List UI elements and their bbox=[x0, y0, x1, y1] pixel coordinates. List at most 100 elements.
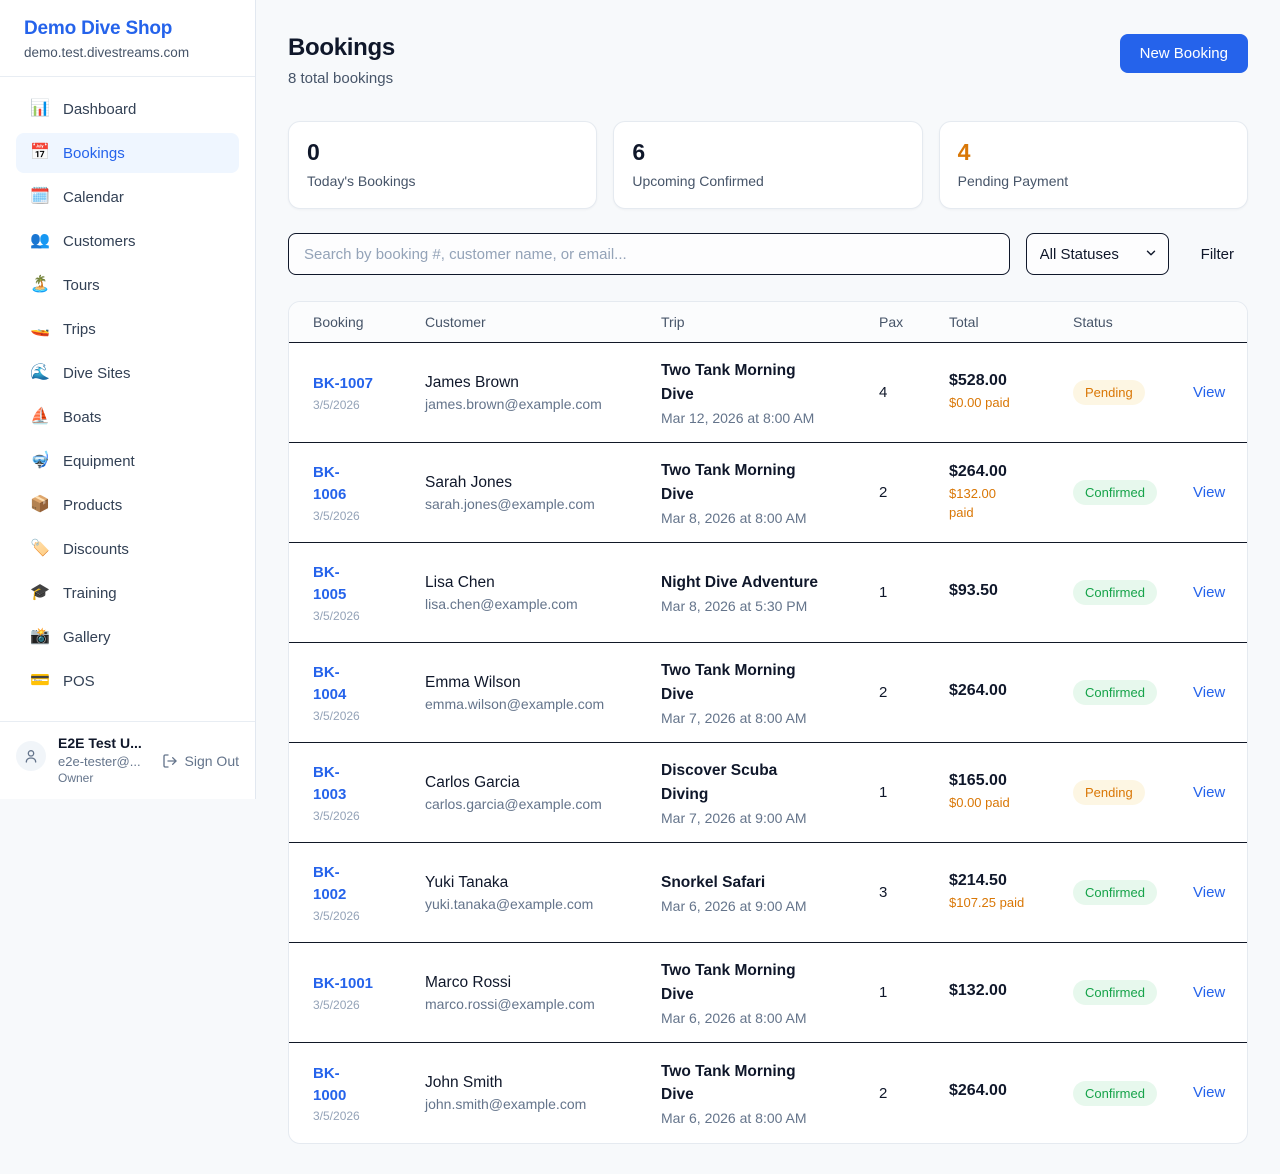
status-select[interactable]: All Statuses bbox=[1026, 233, 1169, 275]
customer-email: sarah.jones@example.com bbox=[425, 496, 661, 512]
stat-label: Today's Bookings bbox=[307, 173, 578, 189]
total-cell: $264.00 bbox=[949, 1082, 1073, 1104]
sidebar-item-boats[interactable]: ⛵ Boats bbox=[16, 397, 239, 437]
status-badge: Confirmed bbox=[1073, 980, 1157, 1005]
credit-card-icon: 💳 bbox=[30, 673, 50, 689]
booking-date: 3/5/2026 bbox=[313, 1109, 425, 1123]
booking-id-link[interactable]: BK- 1005 bbox=[313, 562, 425, 606]
total-cell: $214.50 $107.25 paid bbox=[949, 872, 1073, 912]
user-icon bbox=[23, 748, 39, 764]
trip-datetime: Mar 12, 2026 at 8:00 AM bbox=[661, 410, 879, 426]
wave-icon: 🌊 bbox=[30, 365, 50, 381]
user-email: e2e-tester@... bbox=[58, 754, 152, 769]
view-link[interactable]: View bbox=[1193, 1084, 1225, 1101]
sidebar-item-label: Tours bbox=[63, 277, 100, 294]
sidebar-item-label: Gallery bbox=[63, 629, 111, 646]
trip-cell: Two Tank Morning Dive Mar 12, 2026 at 8:… bbox=[661, 359, 879, 426]
total-amount: $93.50 bbox=[949, 582, 1073, 600]
customer-name: Emma Wilson bbox=[425, 674, 661, 692]
booking-cell: BK- 1003 3/5/2026 bbox=[313, 762, 425, 823]
sign-out-icon bbox=[162, 753, 178, 769]
sidebar-item-calendar[interactable]: 🗓️ Calendar bbox=[16, 177, 239, 217]
sidebar-item-label: Trips bbox=[63, 321, 96, 338]
stat-card: 0 Today's Bookings bbox=[288, 121, 597, 209]
sidebar-item-dashboard[interactable]: 📊 Dashboard bbox=[16, 89, 239, 129]
customer-email: john.smith@example.com bbox=[425, 1096, 661, 1112]
status-cell: Pending bbox=[1073, 380, 1193, 405]
sign-out-label: Sign Out bbox=[185, 753, 239, 769]
sidebar-item-dive-sites[interactable]: 🌊 Dive Sites bbox=[16, 353, 239, 393]
paid-amount: $0.00 paid bbox=[949, 794, 1073, 812]
total-cell: $132.00 bbox=[949, 982, 1073, 1004]
total-cell: $264.00 $132.00 paid bbox=[949, 463, 1073, 521]
booking-id-link[interactable]: BK- 1000 bbox=[313, 1063, 425, 1107]
graduation-cap-icon: 🎓 bbox=[30, 585, 50, 601]
customer-email: marco.rossi@example.com bbox=[425, 996, 661, 1012]
booking-id-link[interactable]: BK-1001 bbox=[313, 973, 425, 995]
booking-id-link[interactable]: BK- 1003 bbox=[313, 762, 425, 806]
sidebar-item-discounts[interactable]: 🏷️ Discounts bbox=[16, 529, 239, 569]
view-cell: View bbox=[1193, 384, 1225, 402]
booking-date: 3/5/2026 bbox=[313, 998, 425, 1012]
stat-card: 6 Upcoming Confirmed bbox=[613, 121, 922, 209]
booking-id-link[interactable]: BK- 1002 bbox=[313, 862, 425, 906]
booking-id-link[interactable]: BK-1007 bbox=[313, 373, 425, 395]
trip-cell: Two Tank Morning Dive Mar 6, 2026 at 8:0… bbox=[661, 959, 879, 1026]
sidebar-item-tours[interactable]: 🏝️ Tours bbox=[16, 265, 239, 305]
customer-name: Carlos Garcia bbox=[425, 774, 661, 792]
sidebar-item-label: Dashboard bbox=[63, 101, 136, 118]
table-header-row: Booking Customer Trip Pax Total Status bbox=[289, 302, 1247, 343]
booking-id-link[interactable]: BK- 1006 bbox=[313, 462, 425, 506]
view-link[interactable]: View bbox=[1193, 384, 1225, 401]
trip-datetime: Mar 6, 2026 at 9:00 AM bbox=[661, 898, 879, 914]
view-link[interactable]: View bbox=[1193, 984, 1225, 1001]
paid-amount: $132.00 paid bbox=[949, 485, 1011, 521]
sidebar-item-label: Training bbox=[63, 585, 117, 602]
table-row: BK-1001 3/5/2026 Marco Rossi marco.rossi… bbox=[289, 943, 1247, 1043]
sidebar-item-label: Calendar bbox=[63, 189, 124, 206]
view-link[interactable]: View bbox=[1193, 484, 1225, 501]
sidebar-item-label: Customers bbox=[63, 233, 136, 250]
new-booking-button[interactable]: New Booking bbox=[1120, 34, 1248, 73]
total-cell: $528.00 $0.00 paid bbox=[949, 372, 1073, 412]
customer-email: lisa.chen@example.com bbox=[425, 596, 661, 612]
booking-date: 3/5/2026 bbox=[313, 398, 425, 412]
view-link[interactable]: View bbox=[1193, 584, 1225, 601]
booking-date: 3/5/2026 bbox=[313, 509, 425, 523]
stat-value: 0 bbox=[307, 139, 578, 166]
camera-icon: 📸 bbox=[30, 629, 50, 645]
spiral-calendar-icon: 🗓️ bbox=[30, 189, 50, 205]
sidebar-item-products[interactable]: 📦 Products bbox=[16, 485, 239, 525]
sidebar-item-bookings[interactable]: 📅 Bookings bbox=[16, 133, 239, 173]
pax-cell: 1 bbox=[879, 584, 949, 601]
customer-name: Lisa Chen bbox=[425, 574, 661, 592]
sidebar-item-customers[interactable]: 👥 Customers bbox=[16, 221, 239, 261]
trip-datetime: Mar 8, 2026 at 8:00 AM bbox=[661, 510, 879, 526]
col-header-total: Total bbox=[949, 314, 1073, 330]
col-header-pax: Pax bbox=[879, 314, 949, 330]
booking-cell: BK-1001 3/5/2026 bbox=[313, 973, 425, 1012]
sidebar-item-trips[interactable]: 🚤 Trips bbox=[16, 309, 239, 349]
trip-name: Discover Scuba Diving bbox=[661, 759, 825, 806]
pax-cell: 1 bbox=[879, 984, 949, 1001]
customer-cell: Marco Rossi marco.rossi@example.com bbox=[425, 974, 661, 1012]
sidebar-item-pos[interactable]: 💳 POS bbox=[16, 661, 239, 701]
search-input[interactable] bbox=[288, 233, 1010, 275]
sign-out-button[interactable]: Sign Out bbox=[162, 753, 239, 769]
sidebar-item-training[interactable]: 🎓 Training bbox=[16, 573, 239, 613]
booking-date: 3/5/2026 bbox=[313, 809, 425, 823]
view-link[interactable]: View bbox=[1193, 784, 1225, 801]
status-cell: Confirmed bbox=[1073, 680, 1193, 705]
status-cell: Confirmed bbox=[1073, 880, 1193, 905]
col-header-trip: Trip bbox=[661, 314, 879, 330]
trip-name: Snorkel Safari bbox=[661, 871, 825, 894]
total-amount: $264.00 bbox=[949, 1082, 1073, 1100]
customer-cell: Emma Wilson emma.wilson@example.com bbox=[425, 674, 661, 712]
filter-button[interactable]: Filter bbox=[1185, 246, 1248, 263]
view-link[interactable]: View bbox=[1193, 884, 1225, 901]
sidebar-item-equipment[interactable]: 🤿 Equipment bbox=[16, 441, 239, 481]
booking-id-link[interactable]: BK- 1004 bbox=[313, 662, 425, 706]
trip-name: Night Dive Adventure bbox=[661, 571, 825, 594]
view-link[interactable]: View bbox=[1193, 684, 1225, 701]
sidebar-item-gallery[interactable]: 📸 Gallery bbox=[16, 617, 239, 657]
